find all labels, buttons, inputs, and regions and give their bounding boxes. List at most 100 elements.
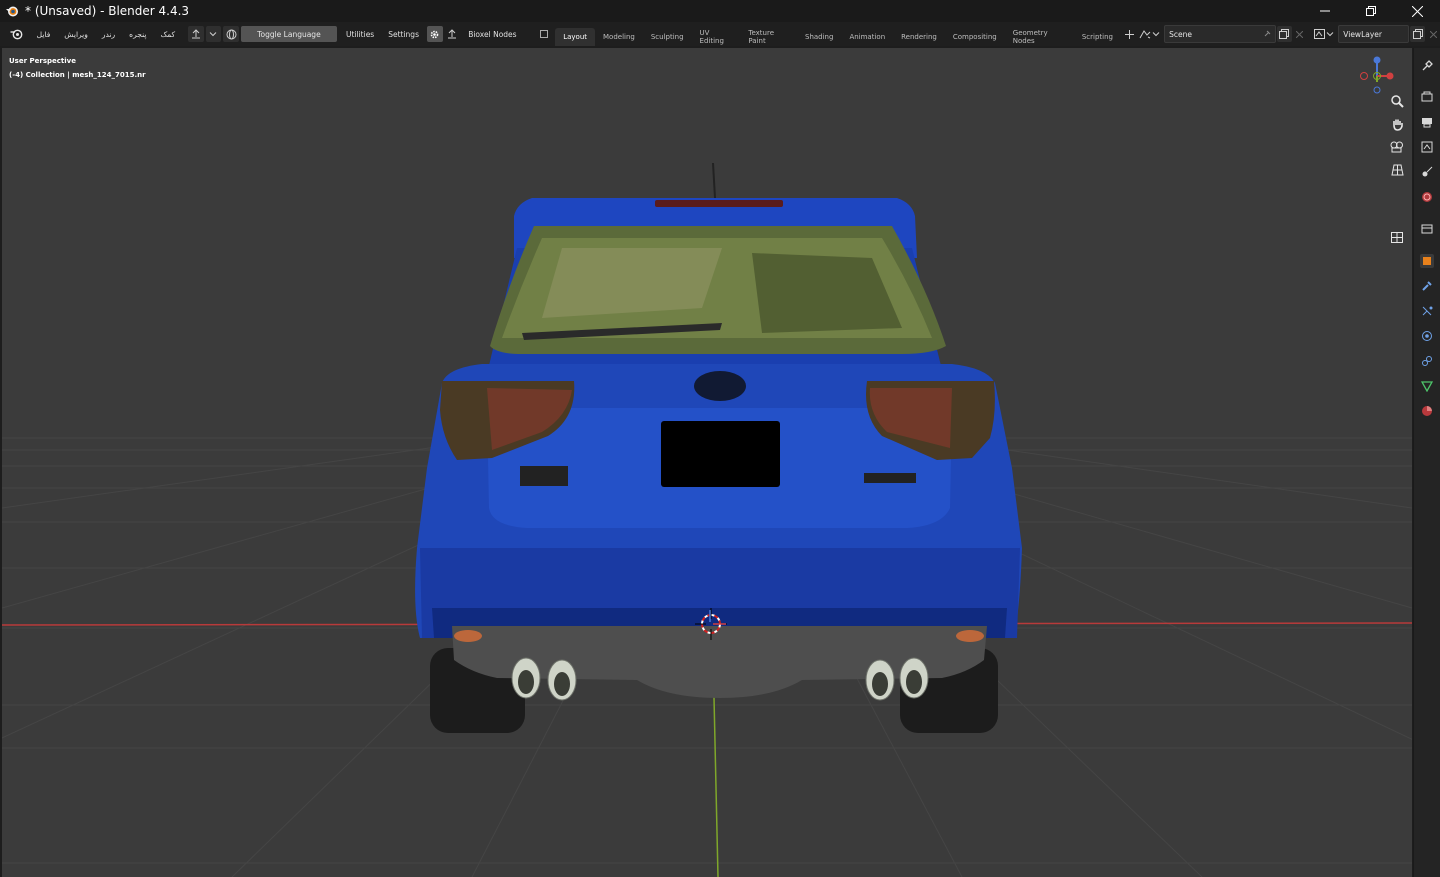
window-title: * (Unsaved) - Blender 4.4.3 (25, 4, 190, 18)
dropdown-button[interactable] (205, 26, 222, 42)
gear-icon (430, 30, 439, 38)
top-header-bar: فایل ویرایش رندر پنجره کمک Toggle Langua… (0, 22, 1440, 46)
tab-tool[interactable] (1420, 58, 1434, 72)
language-globe-button[interactable] (223, 26, 239, 42)
world-icon (1422, 192, 1432, 202)
tab-render[interactable] (1420, 90, 1434, 104)
tab-modifier[interactable] (1420, 279, 1434, 293)
tab-view-layer[interactable] (1420, 140, 1434, 154)
ortho-toggle-button[interactable] (1388, 161, 1406, 179)
view-layer-icon (1314, 29, 1326, 39)
bioxel-nodes-menu[interactable]: Bioxel Nodes (461, 30, 523, 39)
data-icon (1421, 381, 1433, 392)
delete-scene-button[interactable] (1293, 27, 1307, 41)
render-icon (1421, 91, 1433, 102)
material-icon (1422, 406, 1432, 416)
tab-rendering[interactable]: Rendering (893, 28, 945, 46)
tab-physics[interactable] (1420, 329, 1434, 343)
gizmo-x-axis[interactable] (1386, 72, 1394, 80)
gizmo-neg-x-axis[interactable] (1360, 72, 1368, 80)
delete-view-layer-button[interactable] (1426, 27, 1440, 41)
workspace-tabs: Layout Modeling Sculpting UV Editing Tex… (555, 22, 1121, 46)
add-workspace-button[interactable] (1123, 27, 1137, 41)
chevron-down-icon (210, 32, 217, 37)
navigation-gizmo[interactable] (1352, 52, 1402, 98)
viewport-collection-label: (-4) Collection | mesh_124_7015.nr (9, 71, 146, 79)
constraints-icon (1422, 356, 1432, 366)
tool-icon (1422, 60, 1433, 71)
camera-view-button[interactable] (1388, 138, 1406, 156)
tab-particles[interactable] (1420, 304, 1434, 318)
blender-menu-icon[interactable] (10, 27, 24, 41)
export-icon (448, 29, 457, 39)
tab-scripting[interactable]: Scripting (1074, 28, 1121, 46)
menu-render[interactable]: رندر (95, 30, 122, 39)
settings-gear-button[interactable] (426, 26, 443, 42)
restore-icon (1366, 6, 1376, 16)
properties-tab-strip (1413, 48, 1440, 877)
tab-object[interactable] (1420, 254, 1434, 268)
menu-edit[interactable]: ویرایش (57, 30, 95, 39)
view-layer-field[interactable]: ViewLayer (1338, 25, 1409, 43)
tab-animation[interactable]: Animation (841, 28, 893, 46)
tab-scene[interactable] (1420, 165, 1434, 179)
upload-button[interactable] (188, 26, 204, 42)
tab-sculpting[interactable]: Sculpting (643, 28, 692, 46)
hand-pan-icon (1392, 119, 1403, 131)
upload-icon (191, 29, 200, 39)
tab-world[interactable] (1420, 190, 1434, 204)
toggle-language-button[interactable]: Toggle Language (240, 26, 337, 42)
viewport-perspective-label: User Perspective (9, 57, 76, 65)
pin-icon[interactable] (1263, 30, 1271, 38)
tab-geometry-nodes[interactable]: Geometry Nodes (1005, 28, 1074, 46)
close-button[interactable] (1394, 0, 1440, 22)
tab-layout[interactable]: Layout (555, 28, 596, 46)
viewport-grid (2, 48, 1412, 877)
scene-icon (1140, 30, 1151, 39)
grid-ortho-icon (1390, 164, 1404, 176)
tab-texture-paint[interactable]: Texture Paint (740, 28, 797, 46)
workspace-square-icon[interactable] (538, 27, 552, 41)
tab-material[interactable] (1420, 404, 1434, 418)
3d-viewport[interactable]: User Perspective (-4) Collection | mesh_… (2, 48, 1412, 877)
zoom-tool-button[interactable] (1388, 92, 1406, 110)
tab-modeling[interactable]: Modeling (595, 28, 643, 46)
minimize-button[interactable] (1302, 0, 1348, 22)
tab-collection[interactable] (1420, 222, 1434, 236)
export-button[interactable] (445, 26, 461, 42)
gizmo-neg-z-axis[interactable] (1373, 86, 1381, 94)
close-icon (1429, 30, 1437, 38)
object-icon (1423, 257, 1431, 265)
menu-file[interactable]: فایل (30, 30, 58, 39)
scene-name-field[interactable]: Scene (1164, 25, 1276, 43)
scene-selector-button[interactable] (1139, 27, 1153, 41)
tab-data[interactable] (1420, 379, 1434, 393)
tab-compositing[interactable]: Compositing (945, 28, 1005, 46)
physics-icon (1422, 331, 1432, 341)
view-layer-value: ViewLayer (1343, 29, 1382, 39)
plus-icon (1125, 29, 1135, 39)
new-view-layer-button[interactable] (1409, 26, 1426, 42)
duplicate-icon (1412, 29, 1423, 39)
title-bar: * (Unsaved) - Blender 4.4.3 (0, 0, 1440, 22)
sidebar-icon (1391, 231, 1403, 243)
pan-tool-button[interactable] (1388, 115, 1406, 133)
new-scene-button[interactable] (1276, 26, 1293, 42)
collection-icon (1421, 224, 1433, 234)
menu-help[interactable]: کمک (153, 30, 182, 39)
chevron-down-icon (1152, 32, 1160, 37)
restore-button[interactable] (1348, 0, 1394, 22)
minimize-icon (1320, 10, 1330, 12)
chevron-down-icon (1327, 32, 1334, 37)
view-layer-selector-button[interactable] (1313, 27, 1327, 41)
sidebar-toggle-button[interactable] (1388, 228, 1406, 246)
tab-uv-editing[interactable]: UV Editing (692, 28, 741, 46)
settings-menu[interactable]: Settings (381, 30, 426, 39)
tab-output[interactable] (1420, 115, 1434, 129)
gizmo-z-axis[interactable] (1373, 56, 1381, 64)
utilities-menu[interactable]: Utilities (339, 30, 381, 39)
menu-window[interactable]: پنجره (122, 30, 153, 39)
tab-constraints[interactable] (1420, 354, 1434, 368)
output-icon (1422, 118, 1432, 128)
tab-shading[interactable]: Shading (797, 28, 841, 46)
